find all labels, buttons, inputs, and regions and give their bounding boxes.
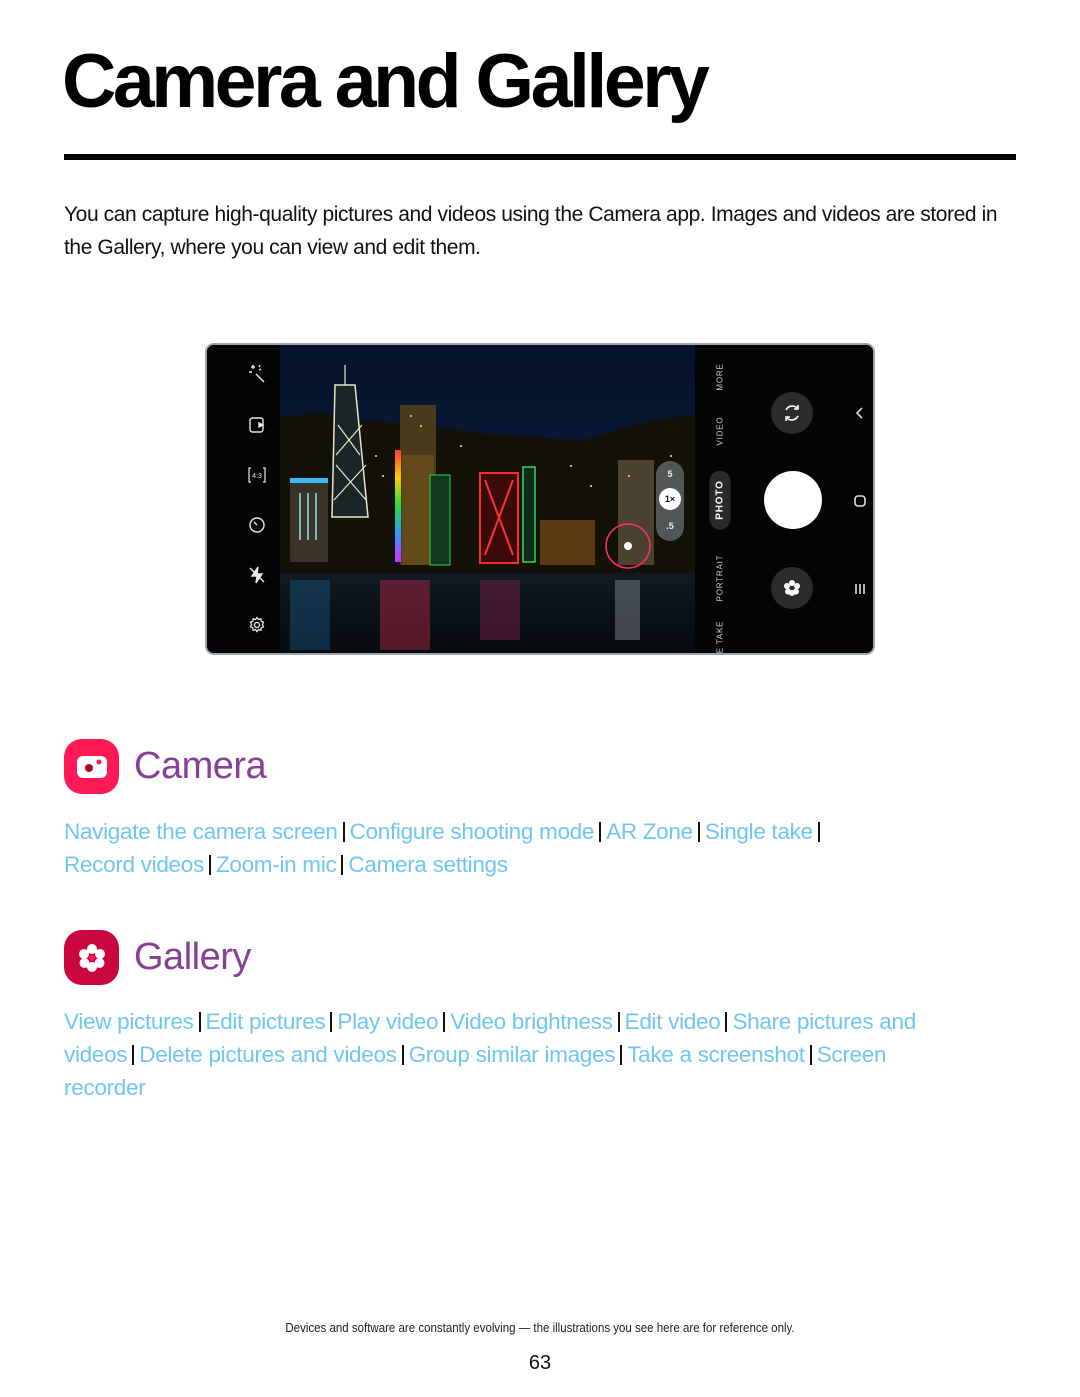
link-separator	[342, 822, 345, 842]
link-separator	[198, 1012, 201, 1032]
title-divider	[64, 154, 1016, 160]
zoom-option-1x[interactable]: 1×	[659, 488, 681, 510]
link-configure-shooting-mode[interactable]: Configure shooting mode	[350, 819, 595, 844]
aspect-ratio-icon: 4:3	[247, 465, 267, 485]
effects-wand-icon	[247, 363, 267, 383]
camera-app-icon	[64, 739, 119, 794]
page-number: 63	[528, 1352, 552, 1374]
page-title: Camera and Gallery	[62, 39, 710, 124]
link-ar-zone[interactable]: AR Zone	[606, 819, 693, 844]
settings-gear-icon	[247, 615, 267, 635]
link-play-video[interactable]: Play video	[337, 1009, 438, 1034]
camera-icon	[76, 755, 107, 778]
link-separator	[330, 1012, 333, 1032]
link-record-videos[interactable]: Record videos	[64, 852, 204, 877]
link-edit-pictures[interactable]: Edit pictures	[206, 1009, 326, 1034]
link-separator	[697, 822, 700, 842]
link-separator	[817, 822, 820, 842]
camera-left-toolbar: 4:3	[207, 345, 280, 653]
link-separator	[599, 822, 602, 842]
link-delete-pictures-and-videos[interactable]: Delete pictures and videos	[139, 1042, 397, 1067]
motion-photo-icon	[247, 415, 267, 435]
link-view-pictures[interactable]: View pictures	[64, 1009, 194, 1034]
recents-icon[interactable]	[852, 581, 868, 597]
zoom-selector[interactable]: 5 1× .5	[656, 461, 684, 541]
switch-camera-icon	[785, 405, 799, 421]
link-camera-settings[interactable]: Camera settings	[348, 852, 508, 877]
home-icon[interactable]	[852, 493, 868, 509]
link-separator	[208, 855, 211, 875]
gallery-section-title: Gallery	[134, 936, 251, 978]
zoom-option-5x[interactable]: 5	[656, 469, 684, 479]
shooting-mode-selector: MORE VIDEO PHOTO PORTRAIT E TAKE	[695, 345, 745, 653]
camera-app-screenshot: 4:3 5 1× .5 MORE VIDEO PHOTO PORTRAIT E …	[205, 343, 875, 655]
mode-photo[interactable]: PHOTO	[709, 470, 731, 530]
svg-text:4:3: 4:3	[252, 473, 262, 480]
gallery-app-icon	[64, 930, 119, 985]
link-separator	[443, 1012, 446, 1032]
gallery-topic-links: View pictures Edit pictures Play video Vide…	[64, 1005, 964, 1104]
mode-portrait[interactable]: PORTRAIT	[716, 555, 725, 602]
link-navigate-camera-screen[interactable]: Navigate the camera screen	[64, 819, 338, 844]
camera-controls	[745, 345, 873, 653]
link-separator	[132, 1045, 135, 1065]
link-separator	[617, 1012, 620, 1032]
switch-camera-button[interactable]	[771, 392, 813, 434]
footnote-disclaimer: Devices and software are constantly evol…	[285, 1321, 795, 1335]
link-zoom-in-mic[interactable]: Zoom-in mic	[216, 852, 337, 877]
link-separator	[809, 1045, 812, 1065]
camera-topic-links: Navigate the camera screen Configure shoo…	[64, 815, 964, 881]
link-separator	[401, 1045, 404, 1065]
gallery-flower-icon	[784, 580, 800, 596]
zoom-option-05x[interactable]: .5	[656, 521, 684, 531]
gallery-thumbnail-button[interactable]	[771, 567, 813, 609]
shutter-button[interactable]	[764, 471, 822, 529]
city-skyline-photo	[280, 345, 695, 653]
timer-icon	[247, 515, 267, 535]
camera-viewfinder: 5 1× .5	[280, 345, 695, 653]
link-single-take[interactable]: Single take	[705, 819, 813, 844]
link-separator	[341, 855, 344, 875]
intro-paragraph: You can capture high-quality pictures an…	[64, 203, 998, 259]
link-separator	[725, 1012, 728, 1032]
link-edit-video[interactable]: Edit video	[625, 1009, 721, 1034]
flash-off-icon	[247, 565, 267, 585]
mode-video[interactable]: VIDEO	[716, 417, 725, 446]
mode-more[interactable]: MORE	[716, 363, 725, 390]
link-take-a-screenshot[interactable]: Take a screenshot	[627, 1042, 805, 1067]
camera-section-title: Camera	[134, 745, 267, 787]
link-group-similar-images[interactable]: Group similar images	[409, 1042, 616, 1067]
link-video-brightness[interactable]: Video brightness	[450, 1009, 613, 1034]
back-icon[interactable]	[852, 405, 868, 421]
link-separator	[620, 1045, 623, 1065]
gallery-flower-icon	[78, 943, 105, 972]
mode-single-take[interactable]: E TAKE	[716, 621, 725, 653]
